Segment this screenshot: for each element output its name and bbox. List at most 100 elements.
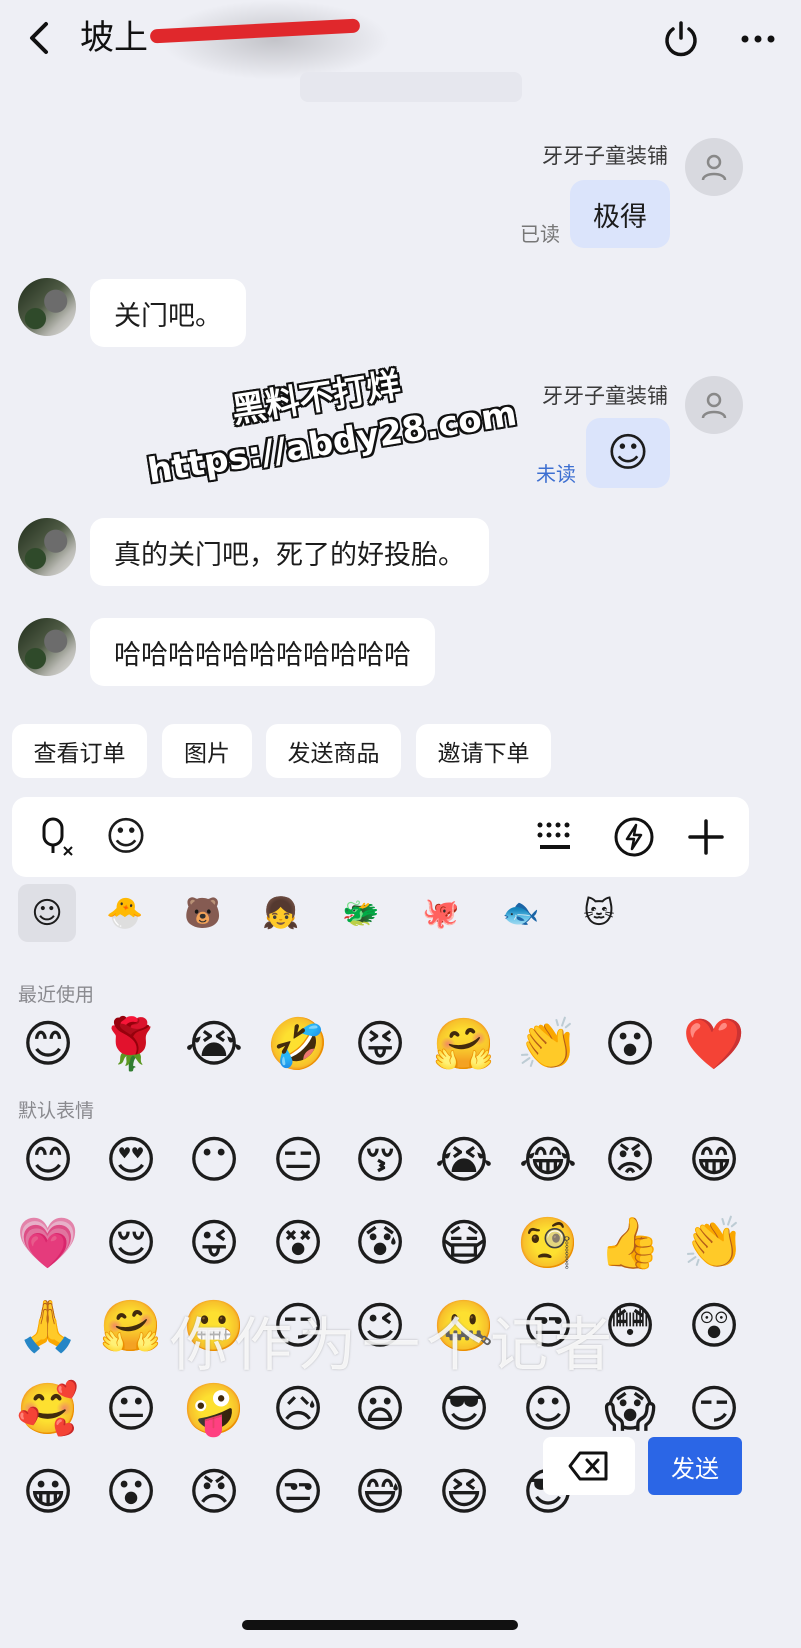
message-input-bar[interactable]: ☺	[12, 797, 749, 877]
recent-emoji[interactable]: 😝	[350, 1014, 410, 1074]
plus-icon[interactable]	[684, 815, 728, 859]
chat-header: 坡上	[0, 0, 801, 80]
default-emoji[interactable]: 😍	[101, 1130, 161, 1190]
recent-emoji[interactable]: 👏	[517, 1014, 579, 1074]
default-emoji[interactable]: 😷	[434, 1213, 494, 1273]
emoji-category-sticker-1[interactable]: 🐣	[96, 884, 154, 942]
default-emoji[interactable]: 😐	[101, 1379, 161, 1439]
message-bubble[interactable]: 真的关门吧，死了的好投胎。	[90, 518, 489, 586]
quick-phrase-button[interactable]	[612, 815, 656, 859]
default-emoji[interactable]: 😑	[268, 1130, 328, 1190]
recent-emoji[interactable]: 🌹	[100, 1014, 162, 1074]
avatar[interactable]	[18, 278, 76, 336]
lightning-icon[interactable]	[612, 815, 656, 859]
back-button[interactable]	[18, 16, 62, 60]
default-emoji[interactable]: 💗	[17, 1213, 79, 1273]
default-emoji[interactable]: 😂	[518, 1130, 578, 1190]
emoji-category-sticker-5[interactable]: 🐙	[412, 884, 470, 942]
default-emoji[interactable]: 👍	[599, 1213, 661, 1273]
emoji-button[interactable]: ☺	[102, 813, 150, 861]
emoji-category-sticker-3[interactable]: 👧	[252, 884, 310, 942]
recent-emoji[interactable]: 😭	[184, 1014, 244, 1074]
chevron-left-icon[interactable]	[18, 16, 62, 60]
avatar[interactable]	[18, 618, 76, 676]
recent-emoji[interactable]: 😮	[600, 1014, 660, 1074]
default-emoji[interactable]: 🤪	[183, 1379, 245, 1439]
user-icon	[701, 154, 727, 181]
message-bubble[interactable]: 极得	[570, 180, 670, 248]
default-emoji[interactable]: 👏	[683, 1213, 745, 1273]
chat-title: 坡上	[80, 18, 148, 58]
emoji-category-sticker-7[interactable]: 🐱	[570, 884, 628, 942]
default-emoji[interactable]: ☺	[518, 1379, 578, 1439]
default-emoji[interactable]: 🧐	[517, 1213, 579, 1273]
recent-emoji[interactable]: 🤗	[433, 1014, 495, 1074]
more-horizontal-icon[interactable]	[738, 26, 778, 52]
unread-status: 未读	[536, 462, 576, 486]
sender-name: 牙牙子童装铺	[542, 144, 668, 168]
backspace-icon[interactable]	[568, 1450, 610, 1482]
avatar[interactable]	[18, 518, 76, 576]
send-button[interactable]: 发送	[648, 1437, 742, 1495]
default-emoji[interactable]: 😜	[184, 1213, 244, 1273]
default-emoji[interactable]: 😁	[684, 1130, 744, 1190]
emoji-category-sticker-4[interactable]: 🐲	[332, 884, 390, 942]
message-bubble[interactable]: 哈哈哈哈哈哈哈哈哈哈哈	[90, 618, 435, 686]
default-emoji[interactable]: 😥	[268, 1379, 328, 1439]
default-emoji[interactable]: 😏	[684, 1379, 744, 1439]
avatar[interactable]	[685, 138, 743, 196]
user-icon	[701, 392, 727, 419]
default-emoji[interactable]: 😎	[434, 1379, 494, 1439]
delete-button[interactable]	[543, 1437, 635, 1495]
home-indicator	[242, 1620, 518, 1630]
default-emoji[interactable]: 😡	[600, 1130, 660, 1190]
emoji-message-bubble[interactable]: ☺	[586, 418, 670, 488]
default-emoji[interactable]: 😮	[101, 1462, 161, 1522]
quick-reply-send-product[interactable]: 发送商品	[266, 724, 401, 778]
voice-button[interactable]	[34, 815, 78, 859]
default-emoji[interactable]: 😒	[268, 1462, 328, 1522]
system-notice	[300, 72, 522, 102]
default-emoji[interactable]: 😆	[434, 1462, 494, 1522]
default-emoji[interactable]: 😠	[184, 1462, 244, 1522]
quick-reply-invite-order[interactable]: 邀请下单	[416, 724, 551, 778]
more-actions-button[interactable]	[684, 815, 728, 859]
default-emoji[interactable]: 😌	[101, 1213, 161, 1273]
default-emoji[interactable]: 🤗	[100, 1296, 162, 1356]
keyboard-icon[interactable]	[534, 817, 576, 857]
more-options-button[interactable]	[738, 26, 778, 52]
quick-reply-view-orders[interactable]: 查看订单	[12, 724, 147, 778]
video-subtitle: 你作为一个记者	[170, 1311, 619, 1379]
emoji-category-sticker-2[interactable]: 🐻	[174, 884, 232, 942]
recent-emoji[interactable]: ❤️	[683, 1014, 745, 1074]
emoji-category-sticker-6[interactable]: 🐟	[492, 884, 550, 942]
recent-emoji[interactable]: 🤣	[267, 1014, 329, 1074]
microphone-icon[interactable]	[34, 815, 78, 859]
emoji-category-default[interactable]: ☺	[18, 884, 76, 942]
recent-section-label: 最近使用	[18, 984, 95, 1006]
default-emoji[interactable]: 😅	[350, 1462, 410, 1522]
emoji-icon[interactable]: ☺	[105, 814, 147, 860]
power-icon[interactable]	[660, 18, 702, 60]
default-emoji[interactable]: 😦	[350, 1379, 410, 1439]
default-emoji[interactable]: 😭	[434, 1130, 494, 1190]
default-emoji[interactable]: 😲	[684, 1296, 744, 1356]
default-emoji[interactable]: 😱	[600, 1379, 660, 1439]
default-emoji[interactable]: 😊	[18, 1130, 78, 1190]
default-emoji[interactable]: 😀	[18, 1462, 78, 1522]
default-emoji[interactable]: 😰	[350, 1213, 410, 1273]
recent-emoji[interactable]: 😊	[18, 1014, 78, 1074]
avatar[interactable]	[685, 376, 743, 434]
default-section-label: 默认表情	[18, 1100, 95, 1122]
default-emoji[interactable]: 🥰	[17, 1379, 79, 1439]
default-emoji[interactable]: 😶	[184, 1130, 244, 1190]
message-bubble[interactable]: 关门吧。	[90, 279, 246, 347]
quick-reply-images[interactable]: 图片	[162, 724, 252, 778]
keyboard-button[interactable]	[534, 817, 576, 857]
default-emoji[interactable]: 😚	[350, 1130, 410, 1190]
default-emoji[interactable]: 🙏	[17, 1296, 79, 1356]
default-emoji[interactable]: 😵	[268, 1213, 328, 1273]
read-status: 已读	[520, 222, 560, 246]
sender-name: 牙牙子童装铺	[542, 384, 668, 408]
end-session-button[interactable]	[660, 18, 702, 60]
